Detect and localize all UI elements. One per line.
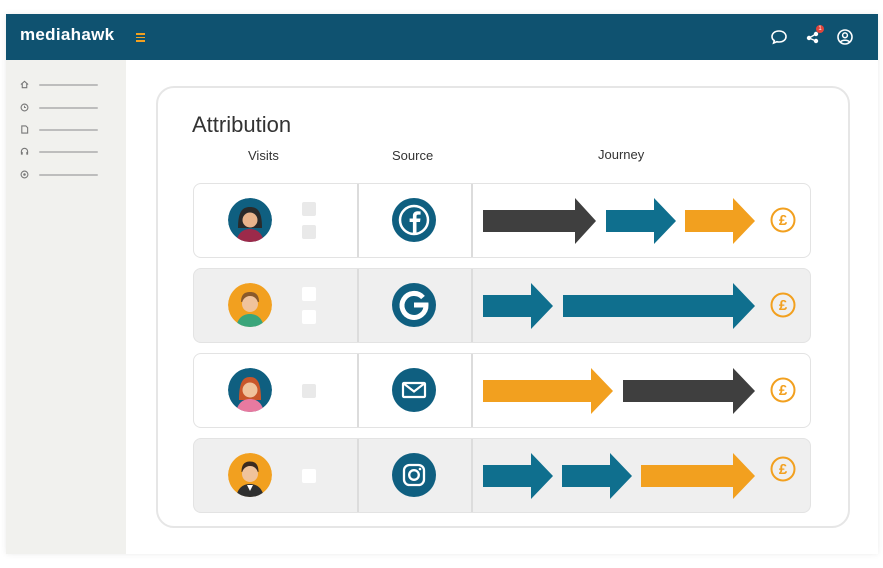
visit-marker [302, 225, 316, 239]
visitor-avatar [228, 368, 272, 412]
attribution-card: Attribution Visits Source Journey £ £ £ … [156, 86, 850, 528]
sidebar-item-home[interactable] [20, 79, 100, 91]
svg-text:£: £ [779, 297, 788, 314]
page-title: Attribution [192, 112, 292, 137]
revenue-pound-icon: £ [770, 377, 796, 403]
settings-icon [20, 170, 29, 179]
notification-badge: 1 [816, 25, 824, 33]
table-row[interactable]: £ [193, 438, 811, 513]
journey-path [483, 367, 773, 415]
instagram-icon[interactable] [392, 453, 436, 497]
sidebar-item-support[interactable] [20, 146, 100, 158]
column-header-source: Source [392, 148, 434, 163]
svg-text:£: £ [779, 382, 788, 399]
svg-text:£: £ [779, 461, 788, 478]
column-header-journey: Journey [598, 147, 645, 162]
revenue-pound-icon: £ [770, 292, 796, 318]
brand-logo: mediahawk [20, 25, 115, 44]
home-icon [20, 80, 29, 89]
svg-text:£: £ [779, 212, 788, 229]
column-header-visits: Visits [248, 148, 279, 163]
journey-path [483, 282, 773, 330]
document-icon [21, 125, 29, 134]
sidebar-item-settings[interactable] [20, 169, 100, 181]
sidebar-item-history[interactable] [20, 102, 100, 114]
visit-marker [302, 310, 316, 324]
sidebar-item-documents[interactable] [20, 124, 100, 136]
menu-icon[interactable] [136, 33, 145, 42]
visitor-avatar [228, 453, 272, 497]
revenue-pound-icon: £ [770, 456, 796, 482]
visitor-avatar [228, 283, 272, 327]
top-bar: mediahawk 1 [6, 14, 878, 60]
headset-icon [20, 147, 29, 155]
chat-icon[interactable] [770, 28, 788, 46]
clock-icon [20, 103, 29, 112]
visit-marker [302, 202, 316, 216]
email-icon[interactable] [392, 368, 436, 412]
revenue-pound-icon: £ [770, 207, 796, 233]
journey-path [483, 452, 773, 500]
visitor-avatar [228, 198, 272, 242]
visit-marker [302, 287, 316, 301]
visit-marker [302, 384, 316, 398]
table-row[interactable]: £ [193, 353, 811, 428]
profile-icon[interactable] [836, 28, 854, 46]
visit-marker [302, 469, 316, 483]
table-row[interactable]: £ [193, 183, 811, 258]
google-icon[interactable] [392, 283, 436, 327]
table-row[interactable]: £ [193, 268, 811, 343]
app-window: mediahawk 1 Attribution Visits Source Jo… [6, 14, 878, 554]
sidebar [6, 60, 126, 554]
journey-path [483, 197, 773, 245]
facebook-icon[interactable] [392, 198, 436, 242]
notifications-icon[interactable]: 1 [804, 25, 824, 46]
